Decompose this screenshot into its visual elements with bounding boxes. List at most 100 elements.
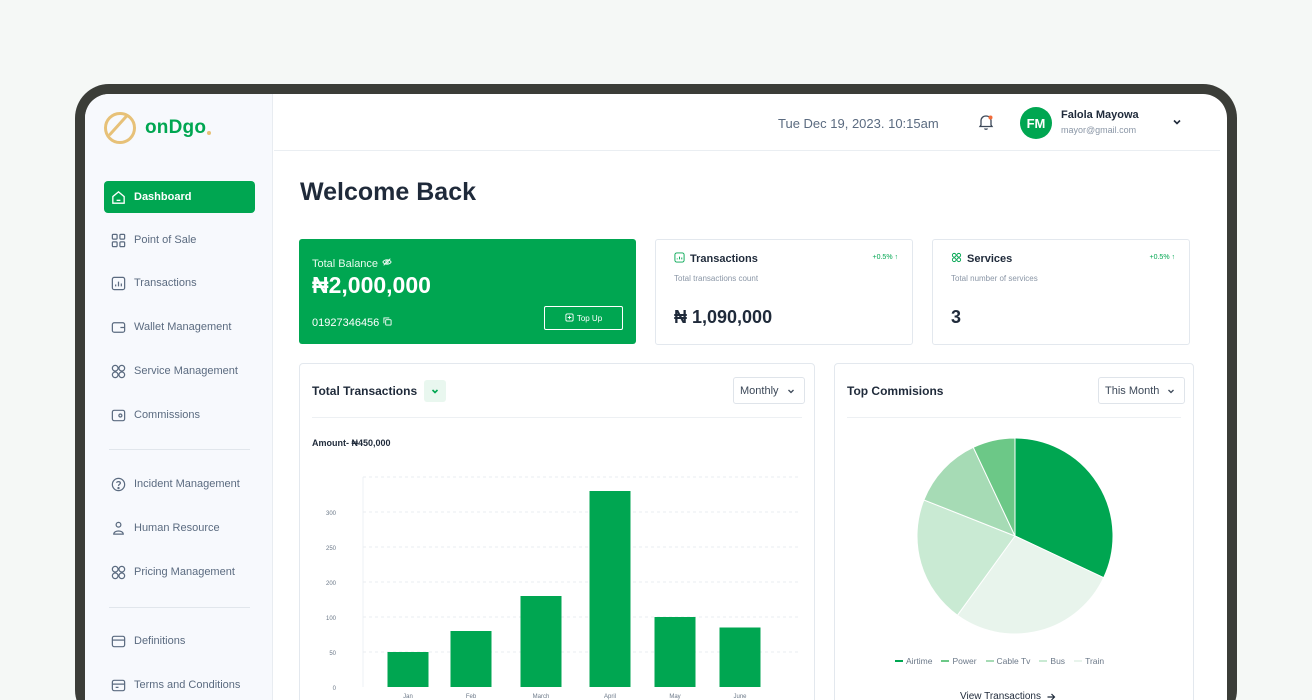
- legend-item-cable-tv: Cable Tv: [985, 656, 1031, 666]
- bar-june[interactable]: [719, 627, 761, 688]
- x-tick-label: April: [604, 694, 616, 700]
- top-up-label: Top Up: [576, 313, 603, 323]
- y-tick-label: 0: [333, 686, 337, 692]
- commissions-pie-chart: [916, 437, 1114, 635]
- legend-label: Power: [952, 656, 977, 666]
- sidebar-item-label: Service Management: [134, 365, 238, 377]
- sidebar-item-label: Definitions: [134, 635, 186, 647]
- x-tick-label: Jan: [403, 694, 413, 700]
- y-tick-label: 50: [329, 651, 336, 657]
- bar-may[interactable]: [654, 617, 696, 687]
- y-tick-label: 100: [326, 616, 337, 622]
- brand-name: onDgo: [145, 117, 207, 138]
- view-transactions-link[interactable]: View Transactions: [960, 691, 1056, 700]
- legend-item-bus: Bus: [1039, 656, 1065, 666]
- eye-off-icon[interactable]: [378, 257, 392, 270]
- bar-march[interactable]: [520, 596, 562, 687]
- top-up-button[interactable]: Top Up: [544, 306, 623, 330]
- pie-legend: Airtime Power Cable Tv Bus Train: [895, 656, 1113, 666]
- stat-title-row: Services: [951, 252, 1012, 266]
- balance-amount: ₦2,000,000: [312, 272, 431, 298]
- top-bar: Tue Dec 19, 2023. 10:15am FM Falola Mayo…: [274, 94, 1220, 151]
- legend-label: Cable Tv: [996, 656, 1031, 666]
- bar-april[interactable]: [589, 491, 631, 687]
- x-tick-label: May: [669, 694, 680, 700]
- sidebar-divider: [109, 449, 250, 450]
- page-title: Welcome Back: [300, 178, 477, 206]
- transactions-change: +0.5% ↑: [872, 254, 899, 261]
- bar-feb[interactable]: [450, 631, 492, 687]
- sidebar-divider: [109, 607, 250, 608]
- sidebar-item-transactions[interactable]: Transactions: [104, 267, 255, 299]
- sidebar-item-definitions[interactable]: Definitions: [104, 625, 255, 657]
- panel-divider: [847, 417, 1181, 418]
- transactions-subtitle: Total transactions count: [674, 274, 759, 283]
- services-subtitle: Total number of services: [951, 274, 1038, 283]
- x-tick-label: June: [733, 694, 747, 700]
- legend-swatch: [895, 660, 903, 662]
- view-transactions-label: View Transactions: [960, 691, 1041, 700]
- sidebar-item-label: Dashboard: [134, 191, 192, 203]
- sidebar-item-wallet-management[interactable]: Wallet Management: [104, 311, 255, 343]
- bar-jan[interactable]: [387, 652, 429, 687]
- logo-icon: [104, 112, 136, 144]
- period-select-value: Monthly: [740, 384, 779, 397]
- home-icon: [110, 189, 127, 206]
- chart-icon: [110, 275, 127, 292]
- transactions-title: Transactions: [690, 253, 758, 265]
- notification-bell-icon[interactable]: [976, 112, 996, 132]
- y-tick-label: 200: [326, 581, 337, 587]
- user-avatar[interactable]: FM: [1020, 107, 1052, 139]
- sidebar-item-service-management[interactable]: Service Management: [104, 355, 255, 387]
- terms-icon: [110, 677, 127, 694]
- chevron-down-icon: [431, 389, 439, 394]
- sidebar-item-label: Human Resource: [134, 522, 220, 534]
- panel-title: Total Transactions: [312, 384, 418, 398]
- logo-dot: [207, 130, 212, 135]
- period-select-value: This Month: [1105, 384, 1160, 397]
- plus-square-icon: [565, 312, 577, 324]
- services-value: 3: [951, 307, 962, 327]
- sidebar-item-human-resource[interactable]: Human Resource: [104, 512, 255, 544]
- transactions-bar-chart: 0 50 100 200 250 300 Jan Feb March April May June: [326, 476, 800, 700]
- amount-label: Amount- ₦450,000: [312, 438, 391, 448]
- legend-item-airtime: Airtime: [895, 656, 932, 666]
- transactions-value: ₦ 1,090,000: [674, 307, 773, 327]
- help-icon: [110, 476, 127, 493]
- sidebar-item-pricing-management[interactable]: Pricing Management: [104, 556, 255, 588]
- arrow-right-icon: [1047, 693, 1056, 700]
- sidebar-item-point-of-sale[interactable]: Point of Sale: [104, 224, 255, 256]
- account-number-row: 01927346456: [312, 317, 392, 329]
- period-select[interactable]: This Month: [1098, 377, 1186, 404]
- sidebar-item-label: Pricing Management: [134, 566, 235, 578]
- y-tick-label: 250: [326, 546, 337, 552]
- brand-logo[interactable]: onDgo: [104, 112, 212, 144]
- y-tick-label: 300: [326, 511, 337, 517]
- commission-icon: [110, 407, 127, 424]
- sidebar-item-incident-management[interactable]: Incident Management: [104, 468, 255, 500]
- panel-title: Top Commisions: [847, 384, 944, 398]
- services-change: +0.5% ↑: [1149, 254, 1176, 261]
- chevron-down-icon[interactable]: [1170, 115, 1184, 129]
- sidebar-item-dashboard[interactable]: Dashboard: [104, 181, 255, 213]
- period-select[interactable]: Monthly: [733, 377, 805, 404]
- legend-item-power: Power: [941, 656, 977, 666]
- sidebar-item-terms[interactable]: Terms and Conditions: [104, 669, 255, 700]
- legend-label: Train: [1085, 656, 1105, 666]
- services-title: Services: [967, 253, 1013, 265]
- stat-title-row: Transactions: [674, 252, 758, 266]
- legend-swatch: [1074, 660, 1083, 662]
- pricing-icon: [110, 564, 127, 581]
- wallet-icon: [110, 319, 127, 336]
- transactions-stat-card: Transactions +0.5% ↑ Total transactions …: [655, 239, 913, 345]
- copy-icon[interactable]: [379, 317, 392, 329]
- collapse-toggle[interactable]: [424, 380, 446, 402]
- legend-swatch: [1039, 660, 1048, 662]
- sidebar-item-label: Incident Management: [134, 478, 240, 490]
- top-commissions-panel: Top Commisions This Month Airtime Power Ca…: [834, 363, 1194, 700]
- sidebar-item-label: Commissions: [134, 409, 201, 421]
- sidebar-item-commissions[interactable]: Commissions: [104, 399, 255, 431]
- sidebar-item-label: Point of Sale: [134, 234, 197, 246]
- x-tick-label: Feb: [466, 694, 477, 700]
- sidebar-item-label: Terms and Conditions: [134, 679, 241, 691]
